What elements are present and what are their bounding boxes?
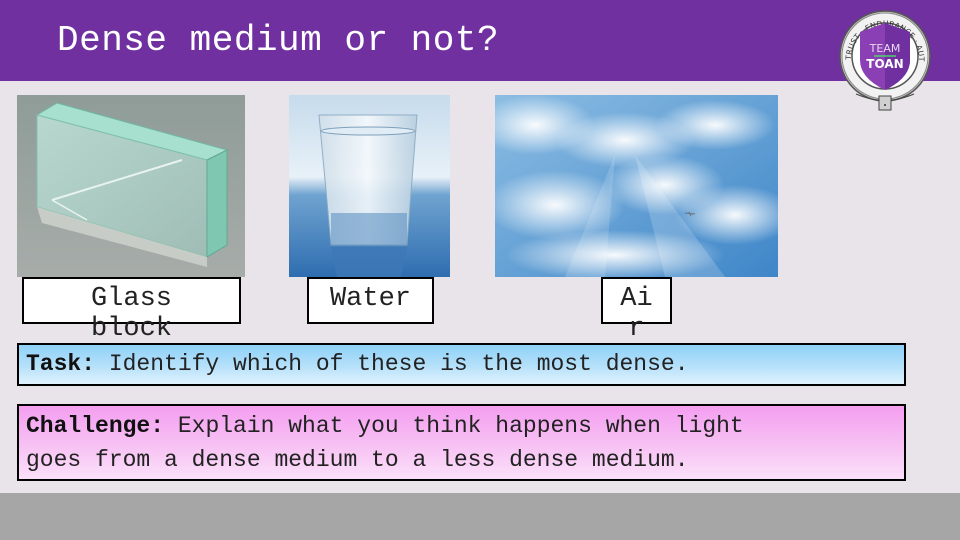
- challenge-line1: Explain what you think happens when ligh…: [164, 413, 744, 439]
- challenge-box: Challenge: Explain what you think happen…: [17, 404, 906, 481]
- air-label: Ai r: [601, 277, 672, 343]
- task-box: Task: Identify which of these is the mos…: [17, 343, 906, 386]
- challenge-line2: goes from a dense medium to a less dense…: [26, 447, 689, 473]
- logo-line2: TOAN: [866, 57, 903, 71]
- water-label-text: Water: [329, 284, 411, 314]
- slide-footer-bar: [0, 493, 960, 540]
- sky-clouds-image: [495, 95, 778, 277]
- glass-block-label: Glass block: [22, 277, 241, 343]
- slide-header: Dense medium or not? TRUST · ENDURANCE ·…: [0, 0, 960, 111]
- glass-label-line2: block: [90, 314, 172, 344]
- glass-block-image: [17, 95, 245, 277]
- challenge-prefix: Challenge:: [26, 413, 165, 439]
- water-glass-image: [289, 95, 450, 277]
- task-prefix: Task:: [26, 351, 96, 377]
- air-label-line2: r: [628, 314, 645, 344]
- team-toan-badge-icon: TRUST · ENDURANCE · AUTONOMY · MASTERY T…: [836, 8, 931, 111]
- slide-title: Dense medium or not?: [57, 20, 500, 61]
- logo-line1: TEAM: [869, 42, 901, 55]
- water-label: Water: [307, 277, 434, 324]
- task-text: Identify which of these is the most dens…: [95, 351, 689, 377]
